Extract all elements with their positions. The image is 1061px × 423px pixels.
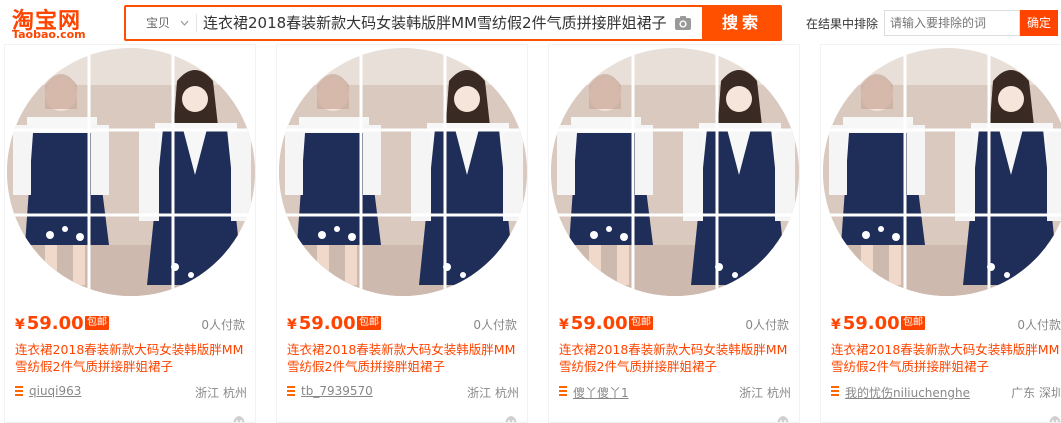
product-title-link[interactable]: 连衣裙2018春装新款大码女装韩版胖MM雪纺假2件气质拼接胖姐裙子 (831, 341, 1061, 375)
free-shipping-badge: 包邮 (357, 316, 381, 330)
shop-icon (287, 386, 295, 396)
product-image[interactable] (549, 45, 799, 300)
free-shipping-badge: 包邮 (901, 316, 925, 330)
product-card[interactable]: ¥59.00 包邮 0人付款 连衣裙2018春装新款大码女装韩版胖MM雪纺假2件… (4, 44, 256, 423)
shop-location: 浙江 杭州 (195, 386, 247, 400)
price: ¥59.00 (831, 313, 900, 334)
search-type-label: 宝贝 (146, 16, 171, 30)
currency-symbol: ¥ (287, 317, 297, 333)
taobao-logo[interactable]: 淘宝网 Taobao.com (8, 2, 100, 42)
free-shipping-badge: 包邮 (85, 316, 109, 330)
exclude-confirm-button[interactable]: 确定 (1020, 10, 1058, 36)
camera-icon[interactable] (674, 15, 692, 31)
wangwang-icon[interactable] (503, 411, 519, 422)
deal-count: 0人付款 (745, 318, 789, 332)
shop-location: 广东 深圳 (1011, 386, 1061, 400)
price: ¥59.00 (15, 313, 84, 334)
wangwang-icon[interactable] (1047, 411, 1061, 422)
top-search-bar: 淘宝网 Taobao.com 宝贝 搜索 在结果中排除 确定 (0, 0, 1061, 44)
deal-count: 0人付款 (201, 318, 245, 332)
price-row: ¥59.00 包邮 0人付款 (287, 313, 519, 334)
wangwang-icon[interactable] (231, 411, 247, 422)
product-title-link[interactable]: 连衣裙2018春装新款大码女装韩版胖MM雪纺假2件气质拼接胖姐裙子 (559, 341, 795, 375)
shop-name-link[interactable]: qiuqi963 (29, 384, 81, 398)
shop-row: qiuqi963 浙江 杭州 (15, 384, 247, 400)
search-input[interactable] (201, 7, 673, 39)
price-row: ¥59.00 包邮 0人付款 (15, 313, 247, 334)
product-image[interactable] (277, 45, 527, 300)
price-row: ¥59.00 包邮 0人付款 (831, 313, 1061, 334)
product-image[interactable] (821, 45, 1061, 300)
currency-symbol: ¥ (15, 317, 25, 333)
price-value: 59.00 (842, 313, 900, 334)
search-box: 宝贝 搜索 (124, 5, 782, 41)
shop-location: 浙江 杭州 (467, 386, 519, 400)
shop-row: 我的忧伤niliuchenghe 广东 深圳 (831, 384, 1061, 400)
product-card[interactable]: ¥59.00 包邮 0人付款 连衣裙2018春装新款大码女装韩版胖MM雪纺假2件… (820, 44, 1061, 423)
shop-name-link[interactable]: 傻丫傻丫1 (573, 384, 629, 401)
shop-icon (15, 386, 23, 396)
price-value: 59.00 (298, 313, 356, 334)
deal-count: 0人付款 (473, 318, 517, 332)
price-value: 59.00 (570, 313, 628, 334)
shop-row: tb_7939570 浙江 杭州 (287, 384, 519, 400)
free-shipping-badge: 包邮 (629, 316, 653, 330)
shop-icon (559, 386, 567, 396)
shop-row: 傻丫傻丫1 浙江 杭州 (559, 384, 791, 400)
currency-symbol: ¥ (559, 317, 569, 333)
shop-name-link[interactable]: tb_7939570 (301, 384, 373, 398)
price: ¥59.00 (559, 313, 628, 334)
product-card[interactable]: ¥59.00 包邮 0人付款 连衣裙2018春装新款大码女装韩版胖MM雪纺假2件… (276, 44, 528, 423)
price-value: 59.00 (26, 313, 84, 334)
shop-location: 浙江 杭州 (739, 386, 791, 400)
logo-domain: Taobao.com (12, 28, 86, 41)
product-image[interactable] (5, 45, 255, 300)
product-title-link[interactable]: 连衣裙2018春装新款大码女装韩版胖MM雪纺假2件气质拼接胖姐裙子 (287, 341, 523, 375)
product-title-link[interactable]: 连衣裙2018春装新款大码女装韩版胖MM雪纺假2件气质拼接胖姐裙子 (15, 341, 251, 375)
wangwang-icon[interactable] (775, 411, 791, 422)
search-type-dropdown[interactable]: 宝贝 (134, 7, 194, 39)
exclude-label: 在结果中排除 (806, 17, 879, 31)
search-divider (196, 14, 197, 32)
deal-count: 0人付款 (1017, 318, 1061, 332)
price-row: ¥59.00 包邮 0人付款 (559, 313, 791, 334)
price: ¥59.00 (287, 313, 356, 334)
search-button[interactable]: 搜索 (702, 5, 782, 41)
product-card[interactable]: ¥59.00 包邮 0人付款 连衣裙2018春装新款大码女装韩版胖MM雪纺假2件… (548, 44, 800, 423)
shop-icon (831, 386, 839, 396)
product-grid: ¥59.00 包邮 0人付款 连衣裙2018春装新款大码女装韩版胖MM雪纺假2件… (0, 44, 1061, 423)
shop-name-link[interactable]: 我的忧伤niliuchenghe (845, 384, 970, 401)
exclude-input[interactable] (884, 10, 1020, 36)
currency-symbol: ¥ (831, 317, 841, 333)
